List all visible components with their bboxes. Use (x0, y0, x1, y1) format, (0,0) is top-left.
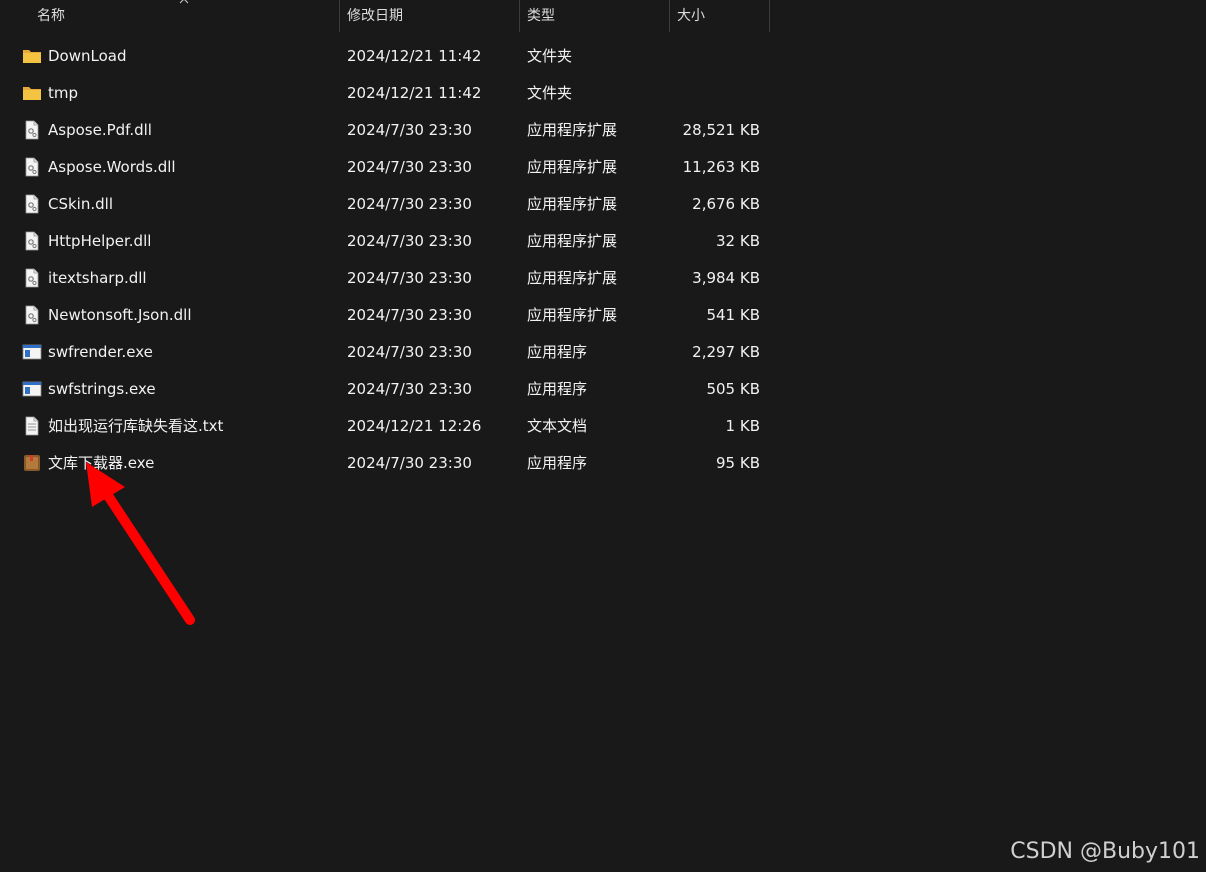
file-type: 应用程序 (527, 454, 588, 472)
file-date-modified: 2024/12/21 12:26 (347, 417, 482, 435)
file-type: 应用程序扩展 (527, 158, 618, 176)
file-row[interactable]: swfstrings.exe 2024/7/30 23:30 应用程序 505 KB (0, 371, 770, 408)
file-type: 文件夹 (527, 47, 573, 65)
file-size: 11,263 KB (682, 158, 760, 176)
column-divider[interactable] (769, 0, 770, 32)
csdn-watermark: CSDN @Buby101 (1010, 839, 1200, 864)
file-name: Aspose.Pdf.dll (48, 121, 152, 139)
file-row[interactable]: Aspose.Words.dll 2024/7/30 23:30 应用程序扩展 11,… (0, 149, 770, 186)
file-size (670, 75, 760, 112)
file-row[interactable]: Newtonsoft.Json.dll 2024/7/30 23:30 应用程序扩展… (0, 297, 770, 334)
dll-file-icon (22, 194, 42, 214)
file-type: 应用程序 (527, 343, 588, 361)
file-type: 文件夹 (527, 84, 573, 102)
column-header-date[interactable]: 修改日期 (347, 0, 517, 32)
file-size: 32 KB (716, 232, 760, 250)
file-size: 505 KB (706, 380, 760, 398)
dll-file-icon (22, 305, 42, 325)
file-date-modified: 2024/7/30 23:30 (347, 380, 472, 398)
text-file-icon (22, 416, 42, 436)
file-type: 应用程序 (527, 380, 588, 398)
file-size: 2,297 KB (692, 343, 760, 361)
column-divider[interactable] (339, 0, 340, 32)
file-date-modified: 2024/7/30 23:30 (347, 343, 472, 361)
dll-file-icon (22, 120, 42, 140)
file-size: 28,521 KB (682, 121, 760, 139)
column-divider[interactable] (519, 0, 520, 32)
file-date-modified: 2024/7/30 23:30 (347, 232, 472, 250)
dll-file-icon (22, 268, 42, 288)
file-size: 2,676 KB (692, 195, 760, 213)
file-row[interactable]: 如出现运行库缺失看这.txt 2024/12/21 12:26 文本文档 1 KB (0, 408, 770, 445)
dll-file-icon (22, 231, 42, 251)
file-row[interactable]: swfrender.exe 2024/7/30 23:30 应用程序 2,297 KB (0, 334, 770, 371)
file-name: tmp (48, 84, 79, 102)
file-name: HttpHelper.dll (48, 232, 152, 250)
file-row[interactable]: CSkin.dll 2024/7/30 23:30 应用程序扩展 2,676 KB (0, 186, 770, 223)
file-row[interactable]: Aspose.Pdf.dll 2024/7/30 23:30 应用程序扩展 28,52… (0, 112, 770, 149)
file-name: Newtonsoft.Json.dll (48, 306, 192, 324)
file-name: swfstrings.exe (48, 380, 156, 398)
file-type: 应用程序扩展 (527, 232, 618, 250)
file-type: 应用程序扩展 (527, 121, 618, 139)
file-date-modified: 2024/7/30 23:30 (347, 306, 472, 324)
file-type: 应用程序扩展 (527, 195, 618, 213)
file-date-modified: 2024/7/30 23:30 (347, 158, 472, 176)
file-type: 应用程序扩展 (527, 269, 618, 287)
file-row[interactable]: 文库下载器.exe 2024/7/30 23:30 应用程序 95 KB (0, 445, 770, 482)
file-name: Aspose.Words.dll (48, 158, 176, 176)
file-row[interactable]: DownLoad 2024/12/21 11:42 文件夹 (0, 38, 770, 75)
column-header-bar: 名称 修改日期 类型 大小 (0, 0, 770, 32)
file-size: 1 KB (725, 417, 760, 435)
dll-file-icon (22, 157, 42, 177)
file-name: CSkin.dll (48, 195, 113, 213)
file-size: 95 KB (716, 454, 760, 472)
file-date-modified: 2024/7/30 23:30 (347, 195, 472, 213)
file-size: 541 KB (706, 306, 760, 324)
file-explorer-window: 名称 修改日期 类型 大小 DownLoad 2024/12/21 11:42 文件… (0, 0, 1206, 872)
file-type: 文本文档 (527, 417, 588, 435)
exe-window-icon (22, 379, 42, 399)
file-row[interactable]: tmp 2024/12/21 11:42 文件夹 (0, 75, 770, 112)
file-date-modified: 2024/7/30 23:30 (347, 454, 472, 472)
file-size: 3,984 KB (692, 269, 760, 287)
file-size (670, 38, 760, 75)
file-name: swfrender.exe (48, 343, 153, 361)
file-type: 应用程序扩展 (527, 306, 618, 324)
column-divider[interactable] (669, 0, 670, 32)
file-name: 如出现运行库缺失看这.txt (48, 417, 224, 435)
file-list: DownLoad 2024/12/21 11:42 文件夹 tmp 2024/12/2… (0, 38, 770, 482)
exe-window-icon (22, 342, 42, 362)
file-name: 文库下载器.exe (48, 454, 155, 472)
folder-icon (22, 83, 42, 103)
column-header-type[interactable]: 类型 (527, 0, 667, 32)
file-row[interactable]: HttpHelper.dll 2024/7/30 23:30 应用程序扩展 32 KB (0, 223, 770, 260)
column-header-name[interactable]: 名称 (37, 0, 337, 32)
column-header-size[interactable]: 大小 (677, 0, 767, 32)
app-book-icon (22, 453, 42, 473)
file-name: itextsharp.dll (48, 269, 147, 287)
file-name: DownLoad (48, 47, 127, 65)
file-date-modified: 2024/12/21 11:42 (347, 84, 482, 102)
file-date-modified: 2024/7/30 23:30 (347, 121, 472, 139)
folder-icon (22, 46, 42, 66)
file-date-modified: 2024/7/30 23:30 (347, 269, 472, 287)
file-date-modified: 2024/12/21 11:42 (347, 47, 482, 65)
file-row[interactable]: itextsharp.dll 2024/7/30 23:30 应用程序扩展 3,984… (0, 260, 770, 297)
